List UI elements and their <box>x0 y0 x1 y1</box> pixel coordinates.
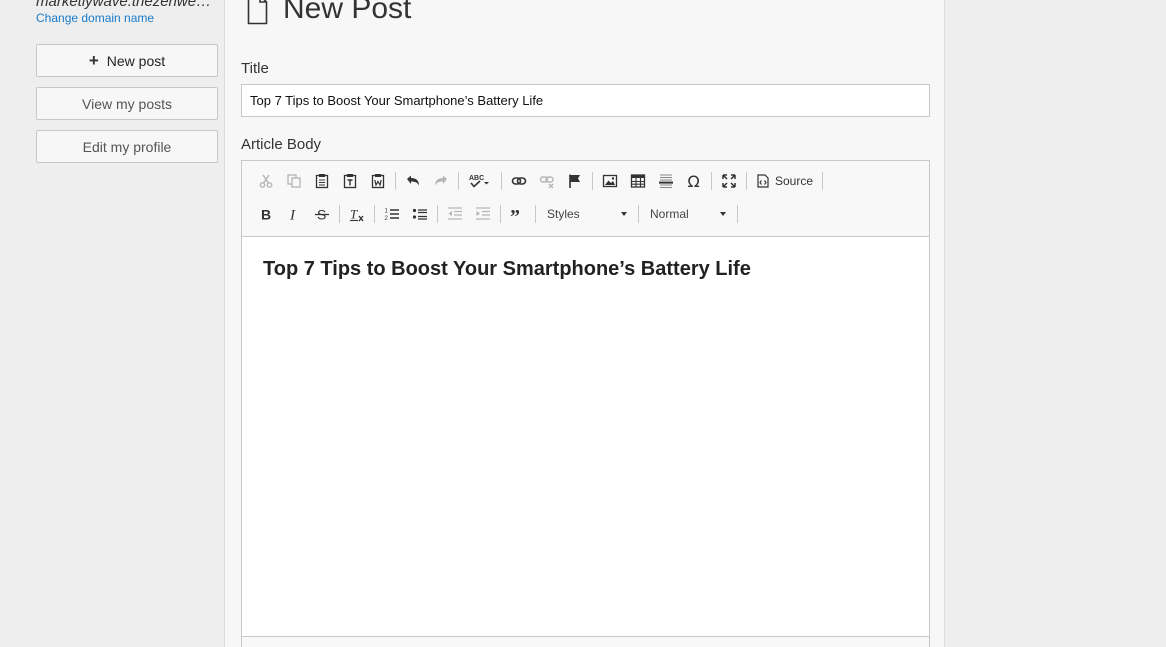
toolbar-separator <box>737 205 738 223</box>
maximize-icon[interactable] <box>715 168 743 194</box>
svg-text:B: B <box>261 207 271 223</box>
redo-icon[interactable] <box>427 168 455 194</box>
styles-dropdown[interactable]: Styles <box>539 201 635 227</box>
title-label: Title <box>241 60 269 77</box>
svg-text:2: 2 <box>385 216 389 222</box>
toolbar-separator <box>395 172 396 190</box>
unlink-icon[interactable] <box>533 168 561 194</box>
edit-profile-label: Edit my profile <box>82 138 172 155</box>
view-posts-button[interactable]: View my posts <box>36 87 218 120</box>
paste-icon[interactable] <box>308 168 336 194</box>
document-icon <box>247 0 268 25</box>
toolbar-separator <box>535 205 536 223</box>
toolbar-separator <box>711 172 712 190</box>
styles-label: Styles <box>547 207 580 221</box>
increase-indent-icon[interactable] <box>469 201 497 227</box>
copy-icon[interactable] <box>280 168 308 194</box>
plus-icon: + <box>88 51 99 70</box>
main-panel: New Post Title Article Body <box>224 0 945 647</box>
horizontal-rule-icon[interactable] <box>652 168 680 194</box>
bold-icon[interactable]: B <box>252 201 280 227</box>
editor-status-bar <box>242 636 929 647</box>
link-icon[interactable] <box>505 168 533 194</box>
paste-word-icon[interactable] <box>364 168 392 194</box>
svg-text:T: T <box>350 207 358 222</box>
blockquote-icon[interactable]: ” <box>504 201 532 227</box>
undo-icon[interactable] <box>399 168 427 194</box>
svg-text:ABC: ABC <box>469 175 484 182</box>
svg-text:I: I <box>289 208 296 223</box>
content-heading: Top 7 Tips to Boost Your Smartphone’s Ba… <box>263 258 751 280</box>
toolbar-separator <box>501 172 502 190</box>
toolbar-row-1: ABC Ω Source <box>252 168 826 194</box>
svg-text:1: 1 <box>385 209 389 215</box>
table-icon[interactable] <box>624 168 652 194</box>
new-post-button[interactable]: + New post <box>36 44 218 77</box>
remove-format-icon[interactable]: T <box>343 201 371 227</box>
source-button[interactable]: Source <box>750 168 819 194</box>
toolbar-separator <box>592 172 593 190</box>
numbered-list-icon[interactable]: 12 <box>378 201 406 227</box>
rich-text-editor: ABC Ω Source B I S T 1 2 ” Styles Normal… <box>241 160 930 647</box>
anchor-flag-icon[interactable] <box>561 168 589 194</box>
bullet-list-icon[interactable] <box>406 201 434 227</box>
chevron-down-icon <box>621 212 627 216</box>
spellcheck-icon[interactable]: ABC <box>462 168 498 194</box>
toolbar-separator <box>746 172 747 190</box>
toolbar-separator <box>822 172 824 190</box>
format-label: Normal <box>650 207 689 221</box>
source-icon <box>757 174 769 188</box>
toolbar-separator <box>500 205 501 223</box>
domain-name: marketlywave.thezenwe… <box>36 0 212 10</box>
format-dropdown[interactable]: Normal <box>642 201 734 227</box>
article-body-label: Article Body <box>241 136 322 153</box>
editor-toolbar: ABC Ω Source B I S T 1 2 ” Styles Normal <box>242 161 929 237</box>
view-posts-label: View my posts <box>82 95 172 112</box>
title-input[interactable] <box>241 84 930 117</box>
edit-profile-button[interactable]: Edit my profile <box>36 130 218 163</box>
toolbar-separator <box>374 205 375 223</box>
page-title: New Post <box>283 0 412 25</box>
cut-icon[interactable] <box>252 168 280 194</box>
source-label: Source <box>775 174 814 188</box>
toolbar-separator <box>458 172 459 190</box>
toolbar-row-2: B I S T 12 ” Styles Normal <box>252 201 741 227</box>
svg-text:Ω: Ω <box>688 173 700 189</box>
paste-text-icon[interactable] <box>336 168 364 194</box>
italic-icon[interactable]: I <box>280 201 308 227</box>
strikethrough-icon[interactable]: S <box>308 201 336 227</box>
image-icon[interactable] <box>596 168 624 194</box>
new-post-label: New post <box>106 52 166 69</box>
toolbar-separator <box>437 205 438 223</box>
toolbar-separator <box>638 205 639 223</box>
chevron-down-icon <box>720 212 726 216</box>
editor-content-area[interactable]: Top 7 Tips to Boost Your Smartphone’s Ba… <box>242 238 929 636</box>
special-character-icon[interactable]: Ω <box>680 168 708 194</box>
change-domain-link[interactable]: Change domain name <box>36 11 154 25</box>
toolbar-separator <box>339 205 340 223</box>
svg-text:”: ” <box>510 206 520 222</box>
decrease-indent-icon[interactable] <box>441 201 469 227</box>
